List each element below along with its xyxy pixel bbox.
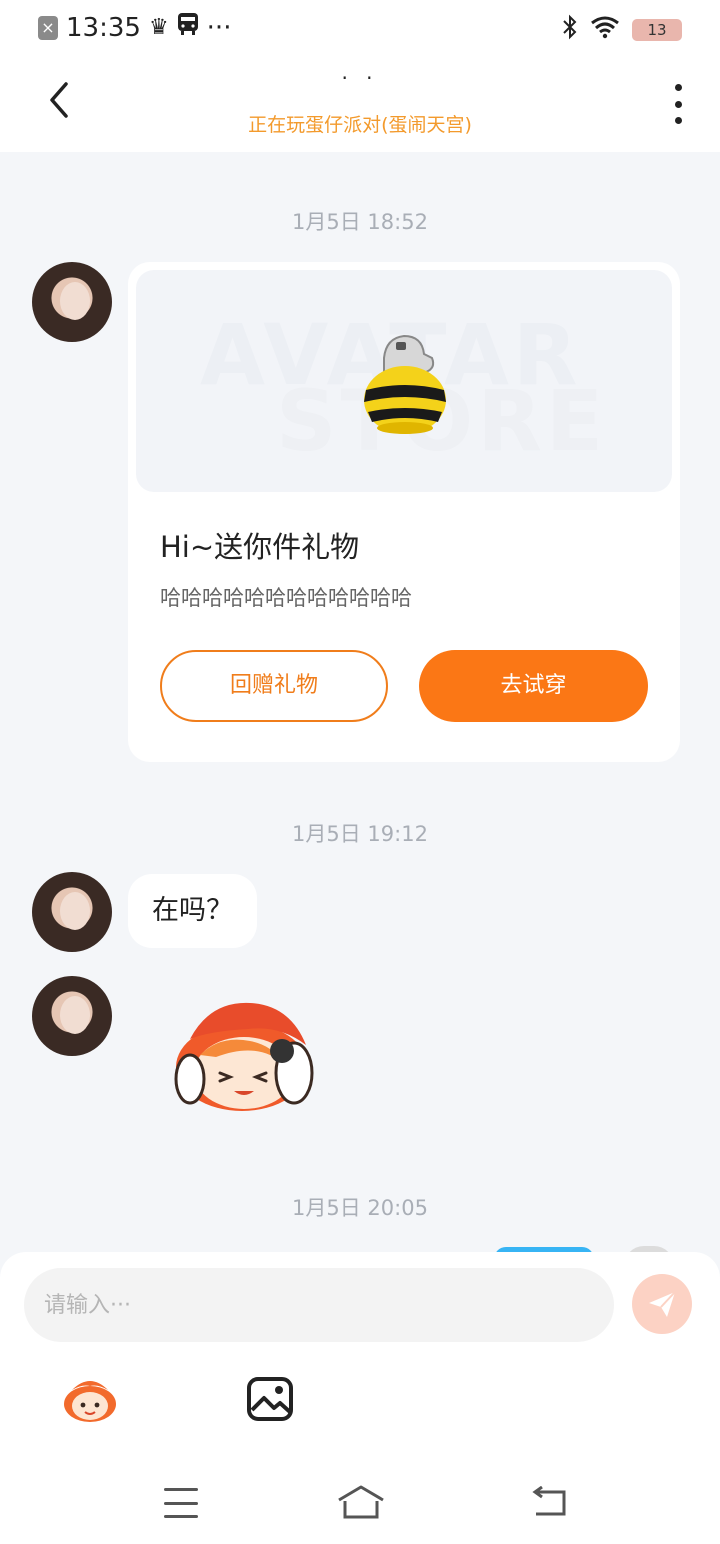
- timestamp: 1月5日 18:52: [292, 210, 428, 234]
- more-options-button[interactable]: [670, 84, 686, 124]
- gift-image: AVATAR STORE: [136, 270, 672, 492]
- status-time: 13:35: [66, 12, 141, 43]
- dot-icon: [674, 100, 682, 108]
- timestamp: 1月5日 19:12: [292, 822, 428, 846]
- bus-icon: [177, 12, 199, 43]
- chat-status-subtitle: 正在玩蛋仔派对(蛋闹天宫): [248, 114, 472, 136]
- send-icon: [649, 1291, 676, 1317]
- status-left: × 13:35 ♛ ···: [38, 12, 231, 43]
- nav-menu-button[interactable]: [164, 1488, 198, 1518]
- dot-icon: [674, 84, 682, 91]
- image-picker-icon[interactable]: [246, 1376, 294, 1422]
- status-more: ···: [206, 12, 232, 43]
- message-input[interactable]: [44, 1268, 594, 1342]
- message-bubble[interactable]: 在吗？: [128, 874, 257, 948]
- gift-title: Hi~送你件礼物: [160, 530, 360, 564]
- gift-card[interactable]: AVATAR STORE Hi~送你件礼物 哈哈哈哈哈哈哈哈哈哈哈哈 回赠礼物 …: [128, 262, 680, 762]
- crown-icon: ♛: [148, 15, 169, 40]
- status-bar: × 13:35 ♛ ··· 13: [0, 0, 720, 58]
- wifi-icon: [590, 15, 620, 45]
- status-right: 13: [562, 14, 682, 46]
- chat-header: · · 正在玩蛋仔派对(蛋闹天宫): [0, 58, 720, 152]
- menu-line: [164, 1515, 198, 1518]
- timestamp: 1月5日 20:05: [292, 1196, 428, 1220]
- nav-home-icon[interactable]: [336, 1484, 386, 1520]
- try-on-button[interactable]: 去试穿: [419, 650, 648, 722]
- avatar[interactable]: [32, 976, 112, 1056]
- emoji-sticker-icon[interactable]: [62, 1374, 118, 1424]
- menu-line: [164, 1501, 198, 1505]
- bluetooth-icon: [562, 14, 578, 46]
- nav-back-icon[interactable]: [530, 1486, 570, 1518]
- battery-indicator: 13: [632, 19, 682, 41]
- close-box-icon: ×: [38, 15, 58, 40]
- sticker-image[interactable]: [170, 995, 320, 1115]
- chat-title: · ·: [341, 66, 379, 90]
- dot-icon: [674, 117, 682, 124]
- send-button[interactable]: [632, 1274, 692, 1334]
- avatar[interactable]: [32, 262, 112, 342]
- message-input-container: [24, 1268, 614, 1342]
- avatar[interactable]: [32, 872, 112, 952]
- menu-line: [164, 1488, 198, 1491]
- return-gift-button[interactable]: 回赠礼物: [160, 650, 388, 722]
- gift-item-icon: [364, 334, 446, 434]
- gift-message: 哈哈哈哈哈哈哈哈哈哈哈哈: [160, 586, 412, 610]
